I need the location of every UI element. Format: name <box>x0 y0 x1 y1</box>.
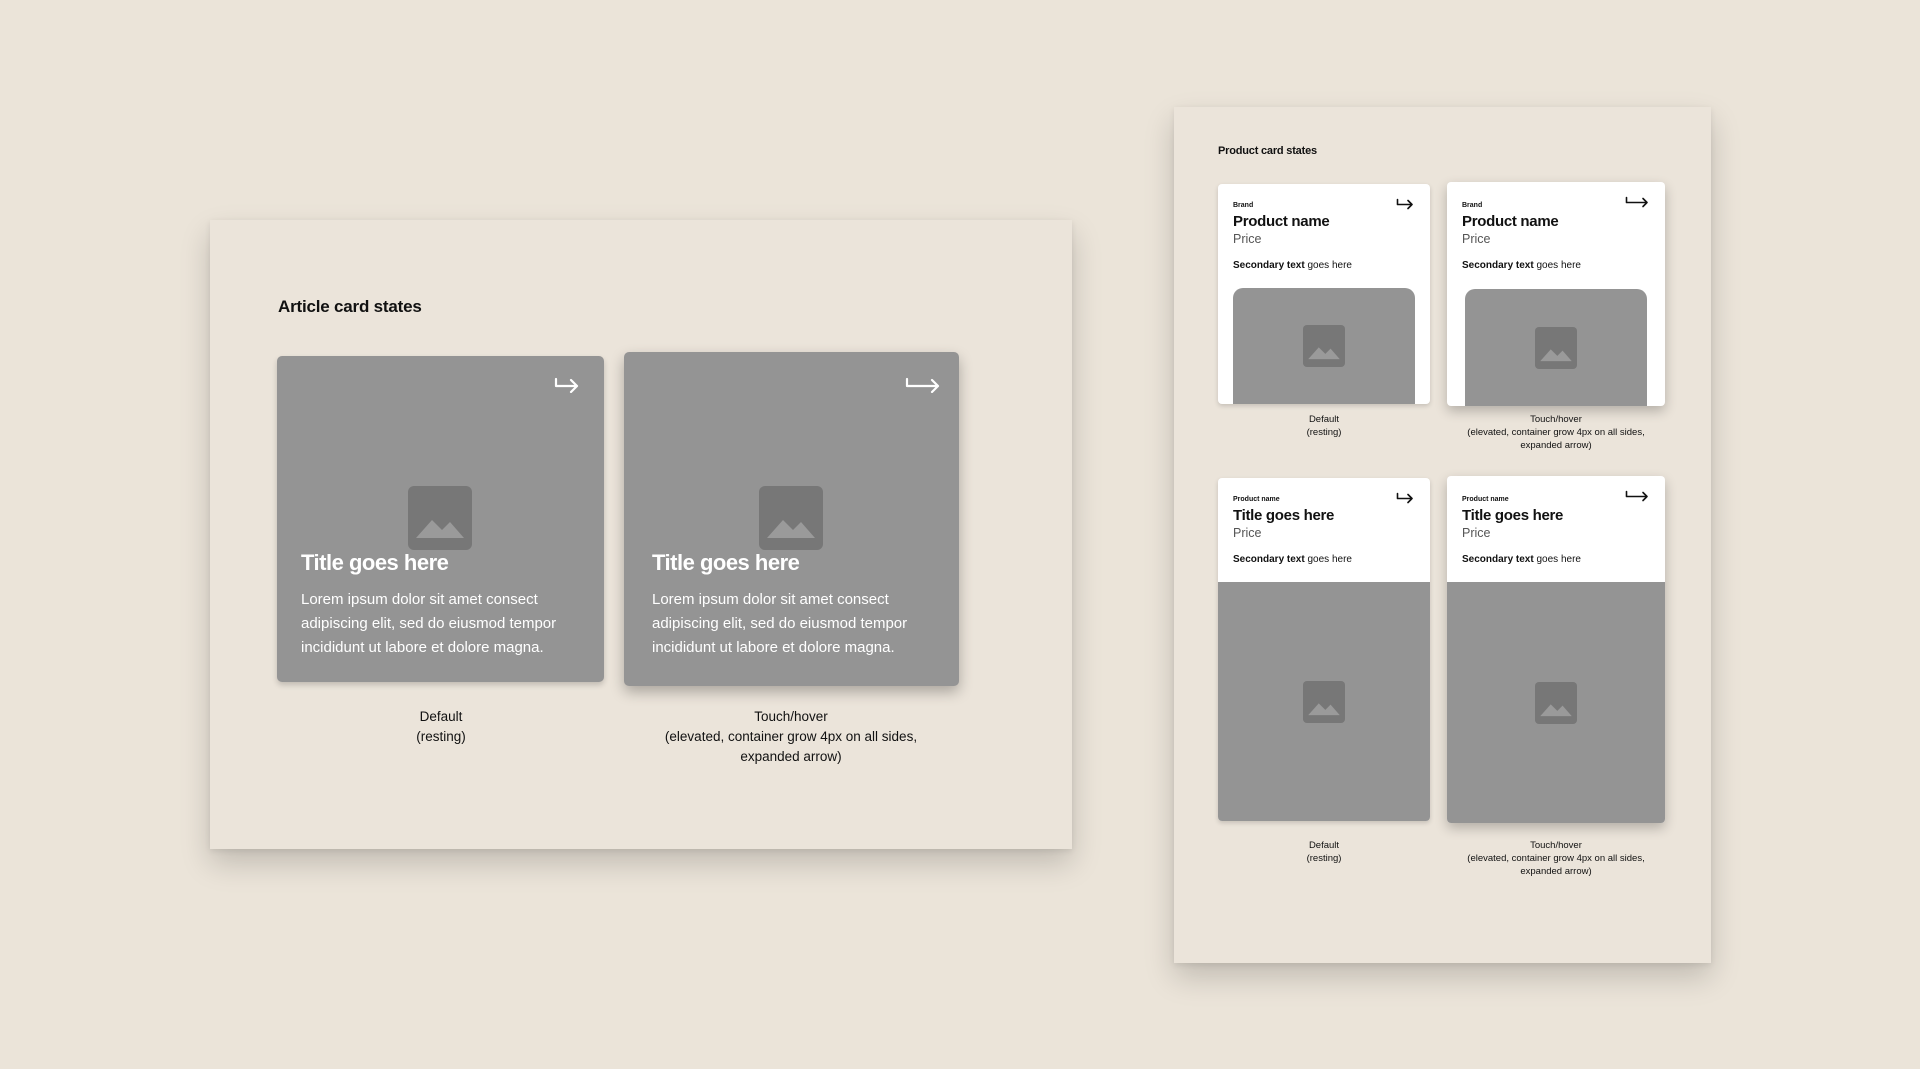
card-price: Price <box>1233 526 1262 540</box>
caption-hover: Touch/hover (elevated, container grow 4p… <box>1467 840 1645 877</box>
product-image-placeholder <box>1465 289 1647 406</box>
arrow-right-hook-icon <box>1396 492 1413 504</box>
caption-hover: Touch/hover (elevated, container grow 4p… <box>1467 414 1645 451</box>
article-card-states-board: Article card states Title goes here Lore… <box>210 220 1072 849</box>
card-title: Product name <box>1462 213 1559 230</box>
image-icon <box>1535 681 1577 724</box>
product-card-hover[interactable]: Brand Product name Price Secondary text … <box>1447 182 1665 406</box>
image-icon <box>408 486 472 550</box>
card-body: Lorem ipsum dolor sit amet consect adipi… <box>652 591 908 656</box>
product-card-full-image-hover[interactable]: Product name Title goes here Price Secon… <box>1447 476 1665 823</box>
product-card-default[interactable]: Brand Product name Price Secondary text … <box>1218 184 1430 404</box>
image-icon <box>1535 326 1577 369</box>
card-eyebrow: Brand <box>1462 202 1483 209</box>
image-icon <box>1303 680 1345 723</box>
card-eyebrow: Product name <box>1233 496 1280 503</box>
arrow-right-hook-icon <box>905 377 940 393</box>
card-secondary-text: Secondary text goes here <box>1233 260 1352 271</box>
caption-default: Default (resting) <box>1306 414 1342 438</box>
card-secondary-text: Secondary text goes here <box>1462 554 1581 565</box>
caption-hover: Touch/hover (elevated, container grow 4p… <box>664 709 918 764</box>
product-image-placeholder <box>1233 288 1415 404</box>
card-body: Lorem ipsum dolor sit amet consect adipi… <box>301 591 557 656</box>
card-secondary-text: Secondary text goes here <box>1233 554 1352 565</box>
card-price: Price <box>1462 232 1491 246</box>
card-title: Title goes here <box>301 550 449 575</box>
arrow-right-hook-icon <box>1625 490 1648 502</box>
card-price: Price <box>1462 526 1491 540</box>
arrow-right-hook-icon <box>554 377 579 393</box>
card-eyebrow: Brand <box>1233 202 1254 209</box>
card-secondary-text: Secondary text goes here <box>1462 260 1581 271</box>
arrow-right-hook-icon <box>1625 196 1648 208</box>
card-title: Title goes here <box>1233 507 1335 524</box>
product-image-placeholder <box>1218 582 1430 821</box>
board-title: Product card states <box>1218 145 1317 157</box>
article-card-hover[interactable]: Title goes here Lorem ipsum dolor sit am… <box>624 352 959 686</box>
card-title: Title goes here <box>652 550 800 575</box>
caption-default: Default (resting) <box>416 709 466 744</box>
board-title: Article card states <box>278 297 422 316</box>
image-icon <box>759 486 823 550</box>
image-icon <box>1303 325 1345 367</box>
caption-default: Default (resting) <box>1306 840 1342 864</box>
card-eyebrow: Product name <box>1462 496 1509 503</box>
card-title: Title goes here <box>1462 507 1564 524</box>
card-title: Product name <box>1233 213 1330 230</box>
arrow-right-hook-icon <box>1396 198 1413 210</box>
product-card-full-image-default[interactable]: Product name Title goes here Price Secon… <box>1218 478 1430 821</box>
article-card-default[interactable]: Title goes here Lorem ipsum dolor sit am… <box>277 356 604 682</box>
card-price: Price <box>1233 232 1262 246</box>
product-image-placeholder <box>1447 582 1665 823</box>
product-card-states-board: Product card states Brand Product name P… <box>1174 107 1711 963</box>
